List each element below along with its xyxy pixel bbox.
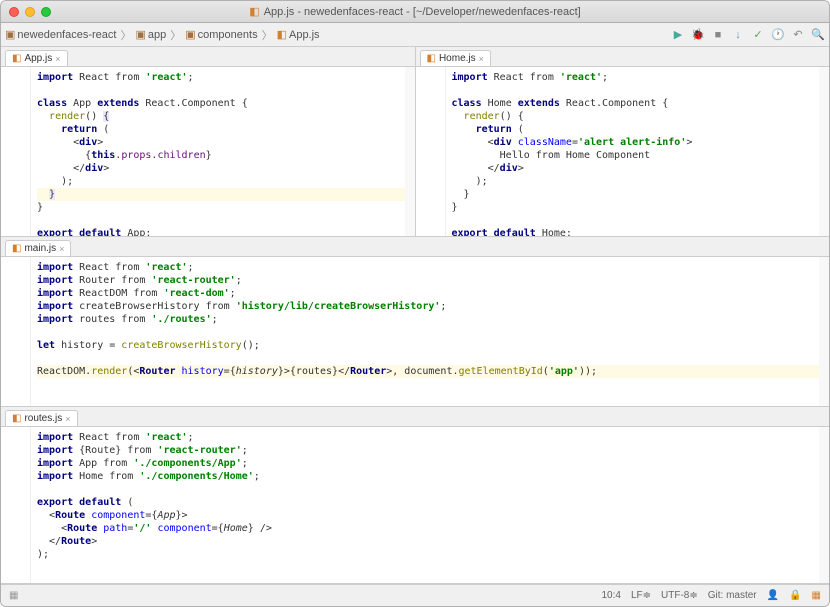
status-icon[interactable]: ▦	[9, 590, 18, 601]
traffic-lights	[9, 7, 51, 17]
close-icon[interactable]: ×	[55, 54, 60, 64]
toolbar: ▣ newedenfaces-react 〉 ▣ app 〉 ▣ compone…	[1, 23, 829, 47]
statusbar: ▦ 10:4 LF≑ UTF-8≑ Git: master 👤 🔒 ▦	[1, 584, 829, 606]
scrollbar[interactable]	[819, 67, 829, 236]
cursor-position[interactable]: 10:4	[601, 590, 620, 601]
scrollbar[interactable]	[819, 257, 829, 406]
tab-bar: ◧Home.js×	[416, 47, 830, 67]
close-icon[interactable]: ×	[59, 244, 64, 254]
tab-bar: ◧App.js×	[1, 47, 415, 67]
pane-app: ◧App.js× import React from 'react'; clas…	[1, 47, 416, 236]
run-icon[interactable]: ▶	[671, 28, 685, 42]
commit-icon[interactable]: ✓	[751, 28, 765, 42]
tab-routes[interactable]: ◧routes.js×	[5, 410, 78, 426]
code[interactable]: import React from 'react'; class Home ex…	[446, 67, 830, 236]
code[interactable]: import React from 'react'; import {Route…	[31, 427, 829, 583]
gutter	[1, 427, 31, 583]
top-split: ◧App.js× import React from 'react'; clas…	[1, 47, 829, 237]
debug-icon[interactable]: 🐞	[691, 28, 705, 42]
tab-label: main.js	[24, 243, 56, 254]
tab-label: Home.js	[439, 53, 476, 64]
encoding[interactable]: UTF-8≑	[661, 590, 698, 601]
code[interactable]: import React from 'react'; import Router…	[31, 257, 829, 406]
ide-window: ◧ App.js - newedenfaces-react - [~/Devel…	[0, 0, 830, 607]
inspection-icon[interactable]: 👤	[767, 590, 779, 601]
pane-home: ◧Home.js× import React from 'react'; cla…	[416, 47, 830, 236]
stop-icon[interactable]: ■	[711, 28, 725, 42]
scrollbar[interactable]	[819, 427, 829, 583]
close-icon[interactable]	[9, 7, 19, 17]
chevron-right-icon: 〉	[262, 27, 273, 43]
file-icon: ◧	[12, 53, 21, 64]
pane-routes: ◧routes.js× import React from 'react'; i…	[1, 407, 829, 584]
tab-home[interactable]: ◧Home.js×	[420, 50, 491, 66]
tab-label: routes.js	[24, 413, 62, 424]
chevron-right-icon: 〉	[120, 27, 131, 43]
gutter	[1, 67, 31, 236]
tab-label: App.js	[24, 53, 52, 64]
update-icon[interactable]: ↓	[731, 28, 745, 42]
file-icon: ◧	[12, 243, 21, 254]
crumb-components[interactable]: components	[198, 29, 258, 41]
crumb-project[interactable]: newedenfaces-react	[17, 29, 116, 41]
code[interactable]: import React from 'react'; class App ext…	[31, 67, 415, 236]
gutter	[1, 257, 31, 406]
gutter	[416, 67, 446, 236]
line-separator[interactable]: LF≑	[631, 590, 651, 601]
pane-main: ◧main.js× import React from 'react'; imp…	[1, 237, 829, 407]
minimize-icon[interactable]	[25, 7, 35, 17]
title-text: App.js - newedenfaces-react - [~/Develop…	[264, 6, 581, 18]
run-toolbar: ▶ 🐞 ■ ↓ ✓ 🕐 ↶ 🔍	[671, 28, 825, 42]
editor-home[interactable]: import React from 'react'; class Home ex…	[416, 67, 830, 236]
folder-icon: ▣	[185, 28, 195, 41]
chevron-right-icon: 〉	[170, 27, 181, 43]
file-icon: ◧	[249, 5, 259, 18]
folder-icon: ▣	[135, 28, 145, 41]
editor-main[interactable]: import React from 'react'; import Router…	[1, 257, 829, 406]
tab-bar: ◧main.js×	[1, 237, 829, 257]
close-icon[interactable]: ×	[65, 414, 70, 424]
crumb-app[interactable]: app	[148, 29, 166, 41]
file-icon: ◧	[12, 413, 21, 424]
close-icon[interactable]: ×	[479, 54, 484, 64]
trash-icon[interactable]: ▦	[812, 590, 821, 601]
editor-routes[interactable]: import React from 'react'; import {Route…	[1, 427, 829, 583]
revert-icon[interactable]: ↶	[791, 28, 805, 42]
crumb-file[interactable]: App.js	[289, 29, 320, 41]
scrollbar[interactable]	[405, 67, 415, 236]
file-icon: ◧	[427, 53, 436, 64]
folder-icon: ▣	[5, 28, 15, 41]
window-title: ◧ App.js - newedenfaces-react - [~/Devel…	[249, 5, 580, 18]
editor-area: ◧App.js× import React from 'react'; clas…	[1, 47, 829, 584]
tab-app[interactable]: ◧App.js×	[5, 50, 68, 66]
tab-main[interactable]: ◧main.js×	[5, 240, 71, 256]
editor-app[interactable]: import React from 'react'; class App ext…	[1, 67, 415, 236]
breadcrumb[interactable]: ▣ newedenfaces-react 〉 ▣ app 〉 ▣ compone…	[5, 27, 320, 43]
zoom-icon[interactable]	[41, 7, 51, 17]
lock-icon[interactable]: 🔒	[789, 590, 801, 601]
titlebar: ◧ App.js - newedenfaces-react - [~/Devel…	[1, 1, 829, 23]
search-icon[interactable]: 🔍	[811, 28, 825, 42]
git-branch[interactable]: Git: master	[708, 590, 757, 601]
history-icon[interactable]: 🕐	[771, 28, 785, 42]
file-icon: ◧	[277, 28, 287, 41]
tab-bar: ◧routes.js×	[1, 407, 829, 427]
